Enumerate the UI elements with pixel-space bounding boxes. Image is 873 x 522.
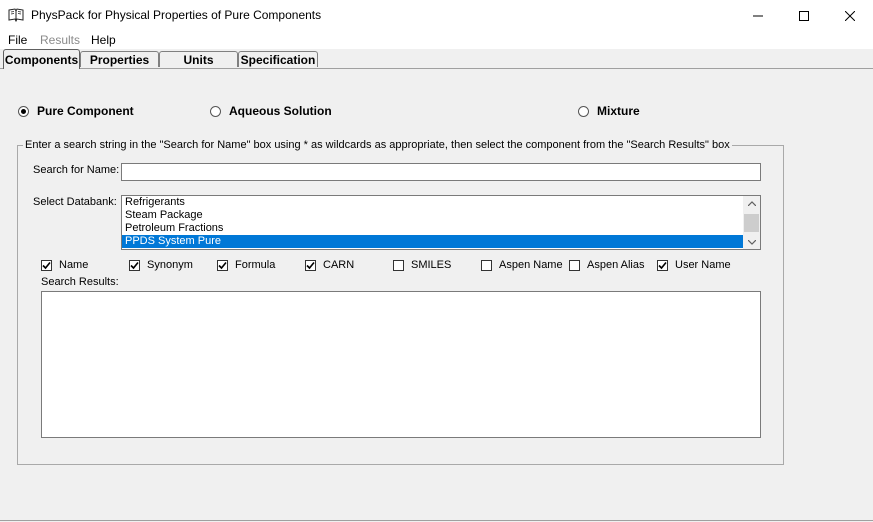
checkbox-name[interactable]: Name <box>41 259 88 271</box>
checkbox-aspen-name[interactable]: Aspen Name <box>481 259 563 271</box>
menu-bar: File Results Help <box>0 31 873 49</box>
databank-item-selected[interactable]: PPDS System Pure <box>122 235 744 248</box>
checkbox-formula[interactable]: Formula <box>217 259 275 271</box>
radio-mixture[interactable]: Mixture <box>578 104 640 118</box>
checkbox-label: Formula <box>235 259 276 271</box>
checkbox-icon[interactable] <box>393 259 404 271</box>
maximize-icon <box>799 10 809 21</box>
minimize-icon <box>753 15 763 16</box>
chevron-down-icon <box>747 239 756 245</box>
checkbox-label: CARN <box>323 259 355 271</box>
checkbox-icon[interactable] <box>569 259 580 271</box>
checkbox-icon[interactable] <box>481 259 492 271</box>
databank-scrollbar[interactable] <box>743 196 760 249</box>
menu-results[interactable]: Results <box>40 33 80 47</box>
close-icon <box>845 10 855 21</box>
tab-specification[interactable]: Specification <box>238 51 318 67</box>
checkbox-smiles[interactable]: SMILES <box>393 259 451 271</box>
checkbox-aspen-alias[interactable]: Aspen Alias <box>569 259 644 271</box>
radio-label: Aqueous Solution <box>229 104 332 118</box>
checkbox-label: SMILES <box>411 259 452 271</box>
tab-strip: Components Properties Units Specificatio… <box>0 49 873 69</box>
minimize-button[interactable] <box>735 0 781 31</box>
databank-listbox[interactable]: Refrigerants Steam Package Petroleum Fra… <box>121 195 761 250</box>
menu-file[interactable]: File <box>8 33 27 47</box>
tab-divider <box>0 68 873 69</box>
scroll-up-button[interactable] <box>743 196 760 210</box>
checkbox-label: Name <box>59 259 89 271</box>
checkbox-label: Aspen Name <box>499 259 563 271</box>
search-label: Search for Name: <box>33 164 120 176</box>
groupbox-caption: Enter a search string in the "Search for… <box>23 139 732 151</box>
databank-item[interactable]: Steam Package <box>122 209 744 222</box>
checkbox-icon[interactable] <box>217 259 228 271</box>
checkbox-icon[interactable] <box>129 259 140 271</box>
search-results-label: Search Results: <box>41 276 119 288</box>
scroll-thumb[interactable] <box>744 214 759 232</box>
checkbox-label: User Name <box>675 259 731 271</box>
checkbox-synonym[interactable]: Synonym <box>129 259 193 271</box>
databank-label: Select Databank: <box>33 196 117 208</box>
tab-properties[interactable]: Properties <box>80 51 159 67</box>
scroll-down-button[interactable] <box>743 235 760 249</box>
window-title: PhysPack for Physical Properties of Pure… <box>31 8 322 22</box>
checkbox-carn[interactable]: CARN <box>305 259 354 271</box>
book-icon[interactable] <box>8 8 24 23</box>
radio-button-icon[interactable] <box>18 105 29 117</box>
radio-label: Mixture <box>597 104 640 118</box>
title-bar: PhysPack for Physical Properties of Pure… <box>0 0 873 31</box>
databank-item[interactable]: Refrigerants <box>122 196 744 209</box>
checkbox-label: Aspen Alias <box>587 259 645 271</box>
search-input[interactable] <box>121 163 761 181</box>
radio-pure-component[interactable]: Pure Component <box>18 104 134 118</box>
tab-components[interactable]: Components <box>3 49 80 69</box>
chevron-up-icon <box>747 200 756 206</box>
search-results-listbox[interactable] <box>41 291 761 438</box>
checkbox-icon[interactable] <box>305 259 316 271</box>
radio-button-icon[interactable] <box>210 105 221 117</box>
tab-units[interactable]: Units <box>159 51 238 67</box>
radio-button-icon[interactable] <box>578 105 589 117</box>
window-bottom-border <box>0 520 873 521</box>
databank-item[interactable]: Petroleum Fractions <box>122 222 744 235</box>
radio-aqueous-solution[interactable]: Aqueous Solution <box>210 104 332 118</box>
close-button[interactable] <box>827 0 873 31</box>
maximize-button[interactable] <box>781 0 827 31</box>
checkbox-label: Synonym <box>147 259 193 271</box>
radio-label: Pure Component <box>37 104 134 118</box>
menu-help[interactable]: Help <box>91 33 116 47</box>
checkbox-user-name[interactable]: User Name <box>657 259 731 271</box>
checkbox-icon[interactable] <box>657 259 668 271</box>
checkbox-icon[interactable] <box>41 259 52 271</box>
